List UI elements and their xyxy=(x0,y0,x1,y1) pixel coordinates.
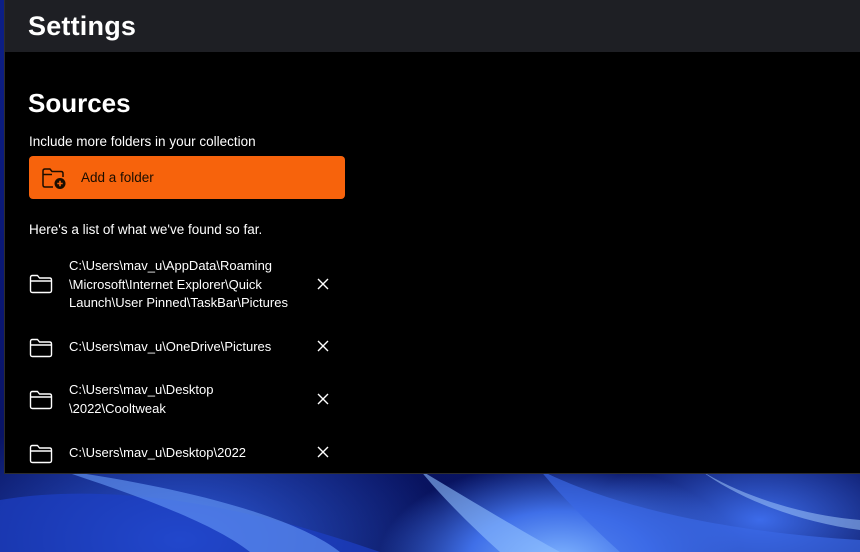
close-icon[interactable] xyxy=(316,339,330,353)
folder-icon xyxy=(29,274,53,294)
found-list-caption: Here's a list of what we've found so far… xyxy=(29,222,263,237)
add-folder-button[interactable]: Add a folder xyxy=(29,156,345,199)
section-subtitle: Include more folders in your collection xyxy=(29,134,256,149)
section-title: Sources xyxy=(28,88,131,118)
folder-icon xyxy=(29,444,53,464)
settings-window: Settings Sources Include more folders in… xyxy=(4,0,860,474)
close-icon[interactable] xyxy=(316,277,330,291)
folder-path: C:\Users\mav_u\AppData\Roaming \Microsof… xyxy=(69,258,288,310)
folder-icon xyxy=(29,390,53,410)
add-folder-label: Add a folder xyxy=(81,170,154,185)
folder-path: C:\Users\mav_u\Desktop \2022\Cooltweak xyxy=(69,382,214,416)
page-title: Settings xyxy=(28,11,137,41)
close-icon[interactable] xyxy=(316,445,330,459)
folder-path: C:\Users\mav_u\OneDrive\Pictures xyxy=(69,339,272,354)
wallpaper-bloom xyxy=(0,470,860,552)
folder-add-icon xyxy=(42,168,66,189)
close-icon[interactable] xyxy=(316,392,330,406)
folder-path: C:\Users\mav_u\Desktop\2022 xyxy=(69,445,247,460)
title-bar: Settings xyxy=(5,0,860,52)
folder-icon xyxy=(29,338,53,358)
